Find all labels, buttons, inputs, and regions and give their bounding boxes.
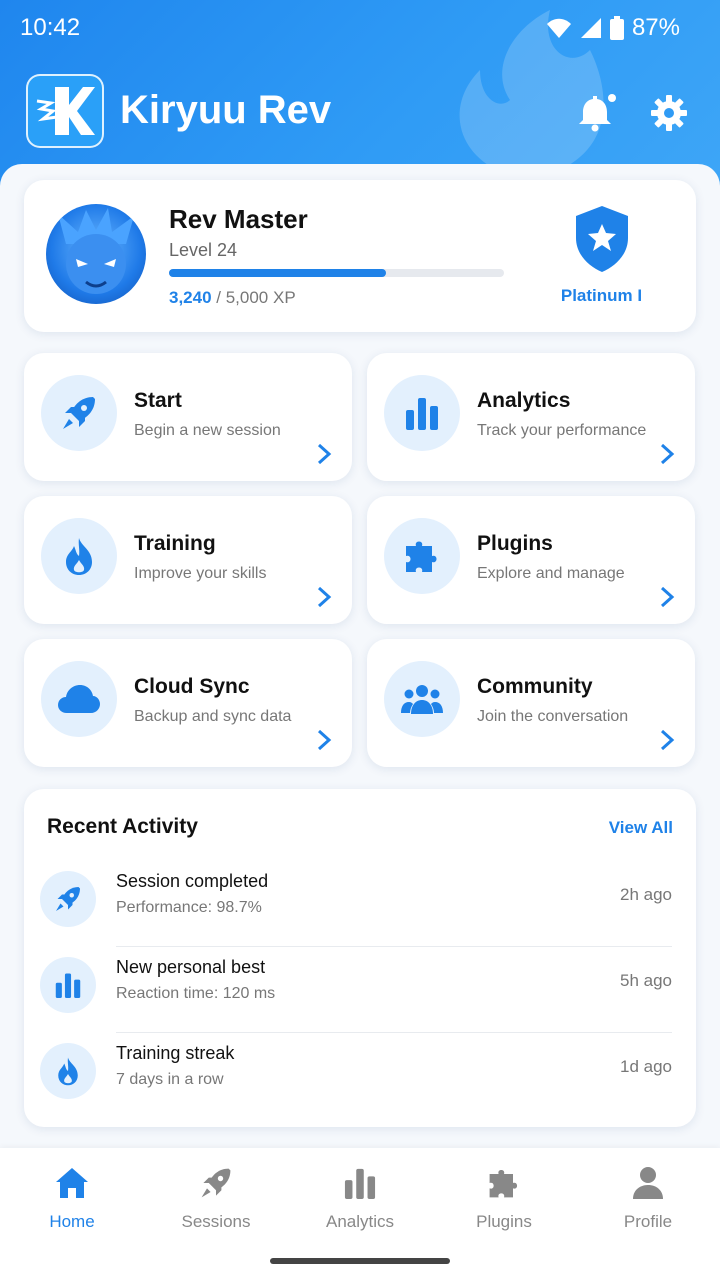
tile-cloud-sync[interactable]: Cloud Sync Backup and sync data xyxy=(24,639,352,767)
wifi-icon xyxy=(546,18,571,38)
chevron-right-icon xyxy=(317,443,332,465)
tile-analytics[interactable]: Analytics Track your performance xyxy=(367,353,695,481)
dragon-avatar-icon xyxy=(58,208,134,294)
chevron-right-icon xyxy=(660,443,675,465)
tile-community[interactable]: Community Join the conversation xyxy=(367,639,695,767)
tile-plugins[interactable]: Plugins Explore and manage xyxy=(367,496,695,624)
nav-plugins[interactable]: Plugins xyxy=(432,1164,576,1244)
tile-title: Plugins xyxy=(477,532,553,555)
chevron-right-icon xyxy=(660,729,675,751)
tile-subtitle: Begin a new session xyxy=(134,422,281,439)
recent-activity-heading: Recent Activity xyxy=(47,815,198,838)
tile-subtitle: Join the conversation xyxy=(477,708,629,725)
flame-icon xyxy=(40,1043,96,1099)
activity-time: 2h ago xyxy=(620,885,672,904)
nav-label: Home xyxy=(49,1212,95,1231)
tile-title: Analytics xyxy=(477,389,571,412)
logo-k-icon xyxy=(36,87,95,135)
activity-subtitle: Performance: 98.7% xyxy=(116,899,262,916)
bar-chart-icon xyxy=(288,1164,432,1202)
home-indicator[interactable] xyxy=(270,1258,450,1264)
level-label: Level 24 xyxy=(169,240,238,260)
nav-label: Analytics xyxy=(325,1212,395,1231)
tile-subtitle: Backup and sync data xyxy=(134,708,292,725)
tile-title: Start xyxy=(134,389,182,412)
app-logo xyxy=(26,74,104,148)
avatar xyxy=(46,204,146,304)
activity-subtitle: Reaction time: 120 ms xyxy=(116,985,276,1002)
activity-title: New personal best xyxy=(116,957,266,977)
activity-time: 1d ago xyxy=(620,1057,672,1076)
nav-home[interactable]: Home xyxy=(0,1164,144,1244)
puzzle-icon xyxy=(432,1164,576,1202)
tile-title: Community xyxy=(477,675,593,698)
nav-profile[interactable]: Profile xyxy=(576,1164,720,1244)
chevron-right-icon xyxy=(317,586,332,608)
activity-title: Training streak xyxy=(116,1043,235,1063)
badge-label: Platinum I xyxy=(560,286,643,305)
activity-time: 5h ago xyxy=(620,971,672,990)
nav-analytics[interactable]: Analytics xyxy=(288,1164,432,1244)
xp-text: 3,240 / 5,000 XP xyxy=(169,288,296,308)
view-all-link[interactable]: View All xyxy=(609,818,673,838)
activity-subtitle: 7 days in a row xyxy=(116,1071,224,1088)
tile-start[interactable]: Start Begin a new session xyxy=(24,353,352,481)
xp-progress-fill xyxy=(169,269,387,277)
chevron-right-icon xyxy=(317,729,332,751)
activity-item[interactable]: Training streak 7 days in a row 1d ago xyxy=(40,1033,672,1119)
flame-icon xyxy=(41,518,117,594)
person-icon xyxy=(576,1164,720,1202)
shield-star-badge-icon xyxy=(576,206,628,272)
rank-title: Rev Master xyxy=(169,204,308,234)
activity-title: Session completed xyxy=(116,871,269,891)
cloud-icon xyxy=(41,661,117,737)
notification-bell-icon[interactable] xyxy=(576,92,616,132)
tile-title: Training xyxy=(134,532,216,555)
activity-item[interactable]: Session completed Performance: 98.7% 2h … xyxy=(40,861,672,947)
app-title: Kiryuu Rev xyxy=(120,88,332,132)
tile-subtitle: Track your performance xyxy=(477,422,647,439)
nav-label: Sessions xyxy=(181,1212,251,1231)
nav-label: Plugins xyxy=(476,1212,532,1231)
app-bar: Kiryuu Rev xyxy=(0,72,720,152)
tile-subtitle: Explore and manage xyxy=(477,565,625,582)
nav-sessions[interactable]: Sessions xyxy=(144,1164,288,1244)
battery-level: 87% xyxy=(631,14,680,41)
rocket-icon xyxy=(40,871,96,927)
signal-icon xyxy=(580,18,601,38)
tile-title: Cloud Sync xyxy=(134,675,250,698)
tile-subtitle: Improve your skills xyxy=(134,565,267,582)
activity-item[interactable]: New personal best Reaction time: 120 ms … xyxy=(40,947,672,1033)
rocket-icon xyxy=(41,375,117,451)
rocket-icon xyxy=(144,1164,288,1202)
xp-total: / 5,000 XP xyxy=(211,288,296,307)
settings-gear-icon[interactable] xyxy=(650,94,688,132)
chevron-right-icon xyxy=(660,586,675,608)
tile-training[interactable]: Training Improve your skills xyxy=(24,496,352,624)
xp-progress-bar xyxy=(169,269,504,277)
bar-chart-icon xyxy=(384,375,460,451)
status-time: 10:42 xyxy=(20,14,81,41)
people-icon xyxy=(384,661,460,737)
puzzle-icon xyxy=(384,518,460,594)
status-bar: 10:42 87% xyxy=(0,0,720,56)
xp-current: 3,240 xyxy=(169,288,212,307)
recent-activity-card: Recent Activity View All Session complet… xyxy=(24,789,696,1127)
profile-card[interactable]: Rev Master Level 24 3,240 / 5,000 XP Pla… xyxy=(24,180,696,332)
home-icon xyxy=(0,1164,144,1202)
bar-chart-icon xyxy=(40,957,96,1013)
nav-label: Profile xyxy=(623,1212,673,1231)
battery-icon xyxy=(609,16,624,40)
